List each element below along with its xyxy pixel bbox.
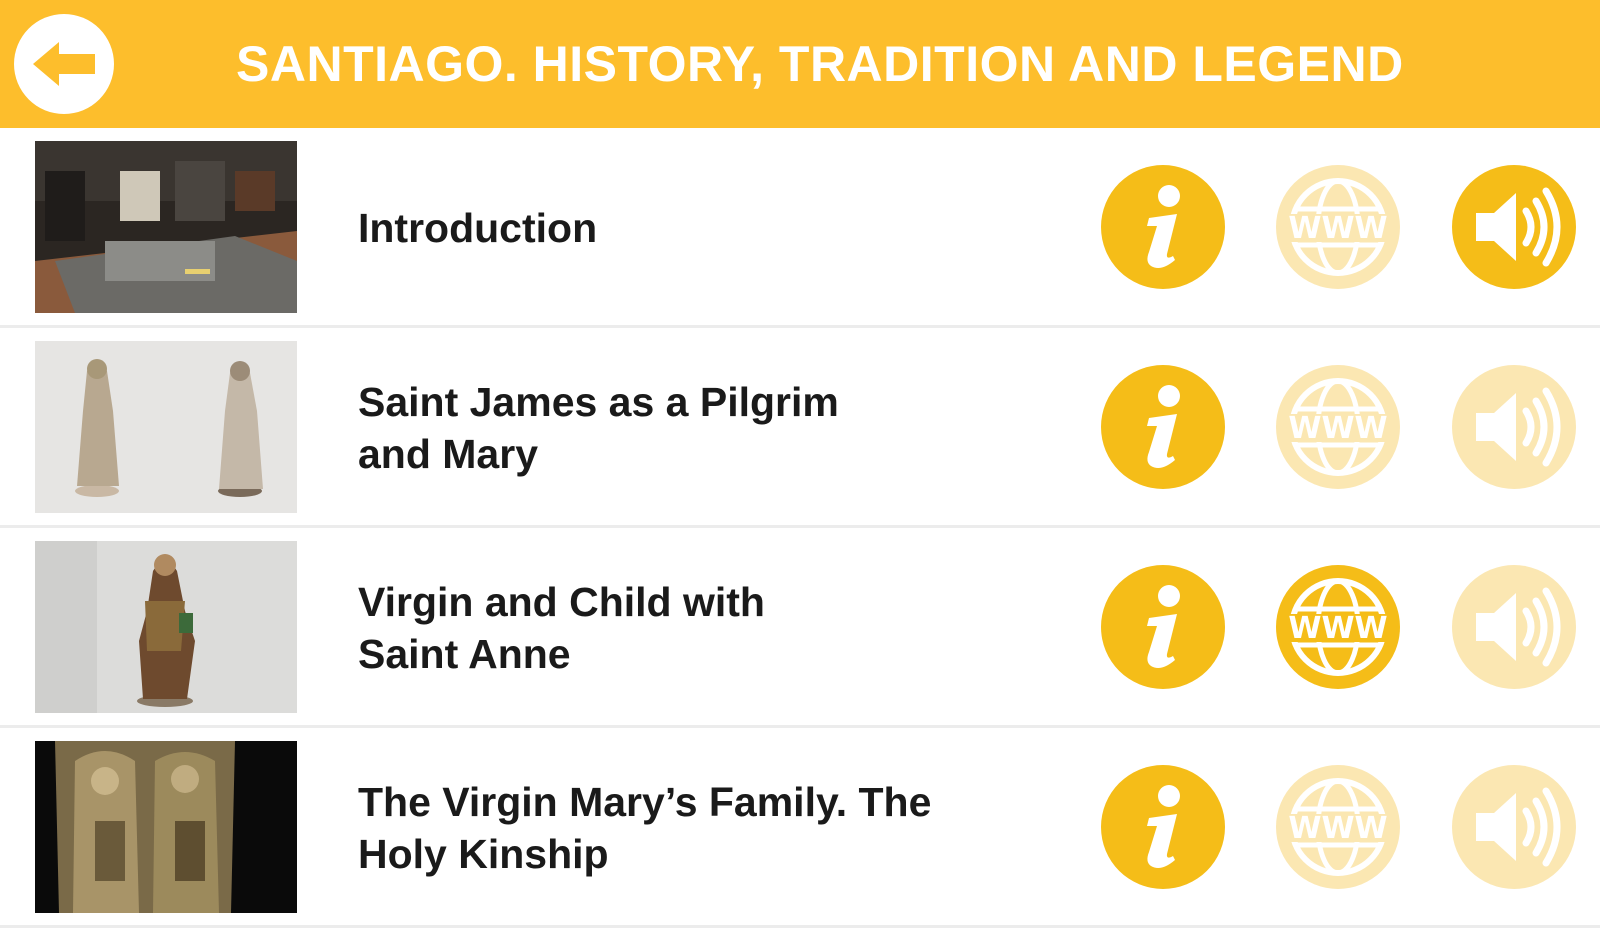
speaker-icon [1476, 187, 1561, 267]
info-icon [1147, 185, 1180, 268]
audio-button[interactable] [1452, 365, 1576, 489]
audio-button[interactable] [1452, 165, 1576, 289]
web-button[interactable]: WWW [1276, 165, 1400, 289]
audio-button[interactable] [1452, 765, 1576, 889]
speaker-icon [1476, 587, 1561, 667]
statue-photo [35, 541, 297, 713]
info-icon [1147, 785, 1180, 868]
list-item[interactable]: The Virgin Mary’s Family. The Holy Kinsh… [0, 728, 1600, 928]
web-button[interactable]: WWW [1276, 765, 1400, 889]
relief-carving-photo [35, 741, 297, 913]
item-thumbnail[interactable] [35, 541, 297, 713]
www-globe-icon: WWW [1287, 778, 1389, 876]
app-header: SANTIAGO. HISTORY, TRADITION AND LEGEND [0, 0, 1600, 128]
list-item[interactable]: Virgin and Child with Saint Anne WWW [0, 528, 1600, 728]
list-item[interactable]: Introduction WWW [0, 128, 1600, 328]
item-thumbnail[interactable] [35, 141, 297, 313]
back-button[interactable] [14, 14, 114, 114]
list-item[interactable]: Saint James as a Pilgrim and Mary WWW [0, 328, 1600, 528]
web-button[interactable]: WWW [1276, 565, 1400, 689]
info-icon [1147, 585, 1180, 668]
item-title[interactable]: Virgin and Child with Saint Anne [358, 528, 1038, 728]
audio-button[interactable] [1452, 565, 1576, 689]
info-button[interactable] [1101, 565, 1225, 689]
exhibition-hall-photo [35, 141, 297, 313]
svg-text:WWW: WWW [1288, 211, 1387, 246]
svg-text:WWW: WWW [1288, 811, 1387, 846]
item-title[interactable]: Saint James as a Pilgrim and Mary [358, 328, 1038, 528]
item-title[interactable]: The Virgin Mary’s Family. The Holy Kinsh… [358, 728, 1038, 928]
svg-text:WWW: WWW [1288, 611, 1387, 646]
www-globe-icon: WWW [1287, 178, 1389, 276]
speaker-icon [1476, 787, 1561, 867]
www-globe-icon: WWW [1287, 578, 1389, 676]
two-statues-photo [35, 341, 297, 513]
www-globe-icon: WWW [1287, 378, 1389, 476]
item-title[interactable]: Introduction [358, 128, 1038, 328]
item-list: Introduction WWW Saint James as a Pilgri… [0, 128, 1600, 928]
info-button[interactable] [1101, 165, 1225, 289]
svg-text:WWW: WWW [1288, 411, 1387, 446]
page-title: SANTIAGO. HISTORY, TRADITION AND LEGEND [236, 36, 1404, 92]
info-icon [1147, 385, 1180, 468]
back-arrow-icon [33, 42, 95, 86]
item-thumbnail[interactable] [35, 341, 297, 513]
speaker-icon [1476, 387, 1561, 467]
item-thumbnail[interactable] [35, 741, 297, 913]
info-button[interactable] [1101, 765, 1225, 889]
info-button[interactable] [1101, 365, 1225, 489]
web-button[interactable]: WWW [1276, 365, 1400, 489]
